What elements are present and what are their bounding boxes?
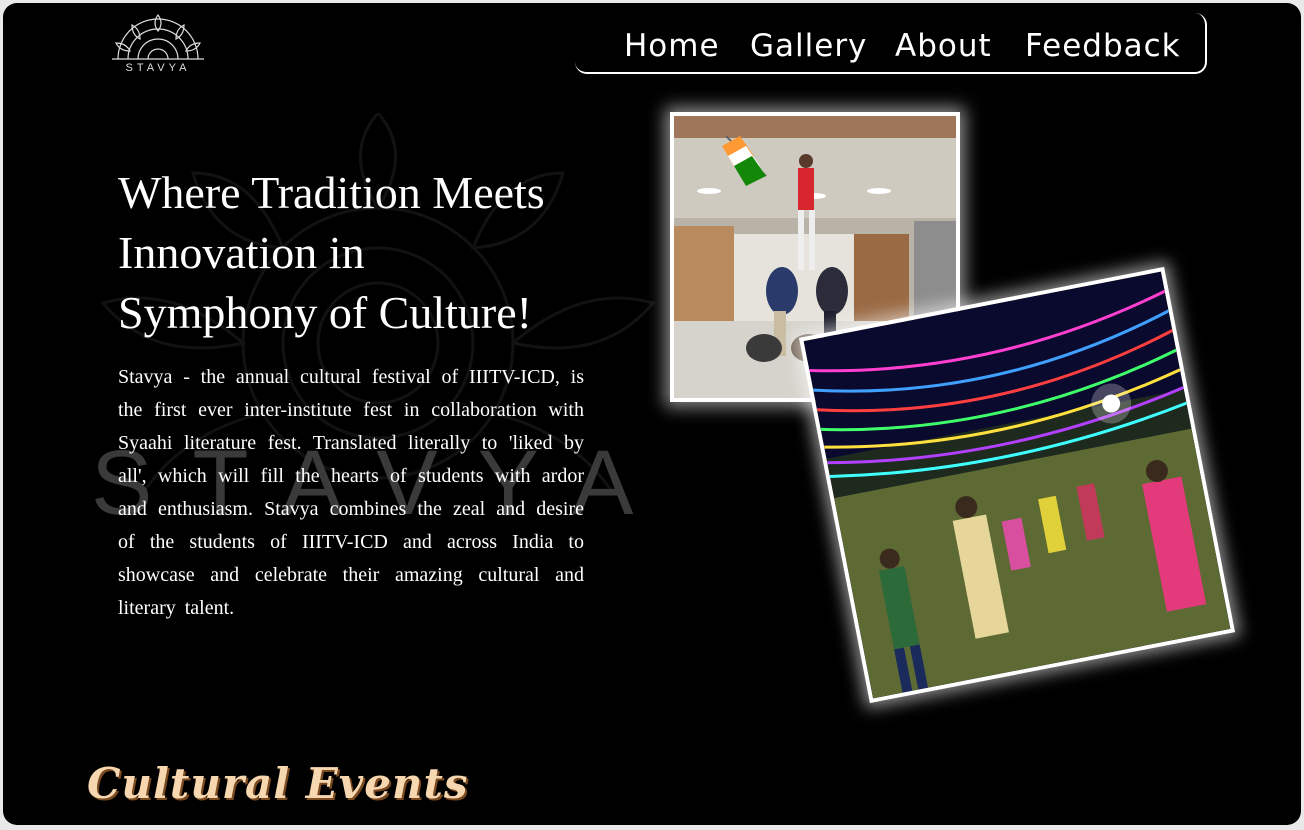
nav-feedback-link[interactable]: Feedback (1025, 28, 1181, 64)
headline-line: Symphony of Culture! (118, 287, 532, 338)
hero-description: Stavya - the annual cultural festival of… (118, 366, 584, 619)
mandala-logo-icon (112, 13, 204, 60)
page-frame: STAVYA STAVYA Home Gallery About Feedbac… (3, 3, 1301, 825)
headline-line: Innovation in (118, 227, 365, 278)
logo[interactable]: STAVYA (110, 11, 206, 77)
nav-about-link[interactable]: About (895, 28, 992, 64)
garba-dance-lights-photo (803, 271, 1231, 699)
headline-line: Where Tradition Meets (118, 167, 545, 218)
hero-headline: Where Tradition Meets Innovation in Symp… (118, 163, 638, 343)
event-photo-garba (798, 266, 1236, 704)
cultural-events-title: Cultural Events (87, 759, 469, 808)
nav-home-link[interactable]: Home (624, 28, 720, 64)
nav-bar: Home Gallery About Feedback (575, 13, 1207, 74)
nav-gallery-link[interactable]: Gallery (750, 28, 867, 64)
logo-text: STAVYA (125, 62, 191, 74)
